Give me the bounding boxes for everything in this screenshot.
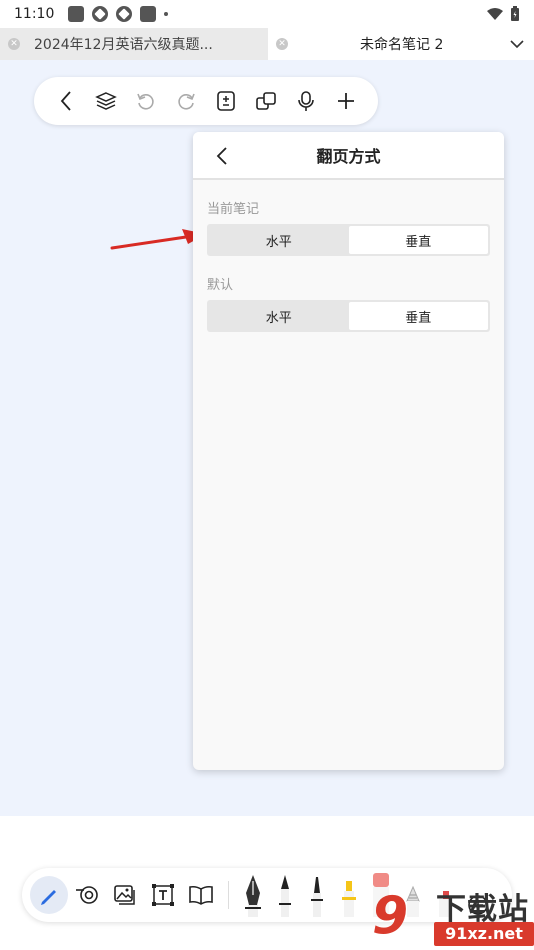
text-box-icon[interactable] — [144, 876, 182, 914]
watermark-url: 91xz.net — [434, 922, 534, 946]
back-icon[interactable] — [53, 88, 79, 114]
panel-back-icon[interactable] — [211, 144, 235, 168]
more-notifications-icon — [164, 12, 169, 16]
option-vertical[interactable]: 垂直 — [348, 226, 488, 254]
tab-bar: ✕ 2024年12月英语六级真题... ✕ 未命名笔记 2 — [0, 28, 534, 60]
tab-menu-button[interactable] — [500, 28, 534, 60]
notification-app-icon-2 — [116, 6, 133, 22]
tab-close-icon[interactable]: ✕ — [8, 38, 20, 50]
chevron-down-icon — [510, 39, 524, 48]
redo-icon[interactable] — [173, 88, 199, 114]
book-icon[interactable] — [182, 876, 220, 914]
battery-icon — [511, 6, 519, 21]
segmented-control-default: 水平 垂直 — [207, 300, 490, 332]
layers-icon[interactable] — [93, 88, 119, 114]
option-horizontal[interactable]: 水平 — [209, 302, 349, 330]
toolbar-divider — [228, 881, 229, 909]
eraser-icon[interactable] — [68, 876, 106, 914]
ballpoint-pen-icon[interactable] — [269, 873, 301, 917]
pen-icon[interactable] — [30, 876, 68, 914]
undo-icon[interactable] — [133, 88, 159, 114]
notification-icons — [68, 6, 169, 22]
top-toolbar — [34, 77, 378, 125]
section-label-default: 默认 — [207, 278, 234, 293]
notification-square-icon — [68, 6, 85, 22]
section-label-current-note: 当前笔记 — [207, 202, 260, 217]
option-vertical[interactable]: 垂直 — [348, 302, 488, 330]
status-time: 11:10 — [14, 6, 55, 22]
panel-title: 翻页方式 — [316, 147, 381, 166]
panel-header: 翻页方式 — [193, 132, 504, 180]
page-settings-icon[interactable] — [213, 88, 239, 114]
image-icon[interactable] — [106, 876, 144, 914]
copy-icon[interactable] — [253, 88, 279, 114]
tab-english-exam[interactable]: ✕ 2024年12月英语六级真题... — [0, 28, 268, 60]
option-horizontal[interactable]: 水平 — [209, 226, 349, 254]
highlighter-icon[interactable] — [333, 873, 365, 917]
plus-icon[interactable] — [333, 88, 359, 114]
tab-untitled-note[interactable]: ✕ 未命名笔记 2 — [268, 28, 500, 60]
marker-icon[interactable] — [301, 873, 333, 917]
fountain-pen-icon[interactable] — [237, 873, 269, 917]
mic-icon[interactable] — [293, 88, 319, 114]
page-turn-panel: 翻页方式 当前笔记 水平 垂直 默认 水平 垂直 — [193, 132, 504, 770]
segmented-control-current-note: 水平 垂直 — [207, 224, 490, 256]
site-watermark: 9 下载站 91xz.net — [372, 878, 534, 950]
notification-app-icon — [92, 6, 109, 22]
notification-square-icon-2 — [140, 6, 157, 22]
status-bar: 11:10 — [0, 0, 534, 28]
tab-close-icon[interactable]: ✕ — [276, 38, 288, 50]
tab-label: 未命名笔记 2 — [360, 37, 444, 53]
wifi-icon — [487, 8, 503, 20]
watermark-logo-number: 9 — [372, 886, 409, 946]
tab-label: 2024年12月英语六级真题... — [34, 37, 213, 53]
